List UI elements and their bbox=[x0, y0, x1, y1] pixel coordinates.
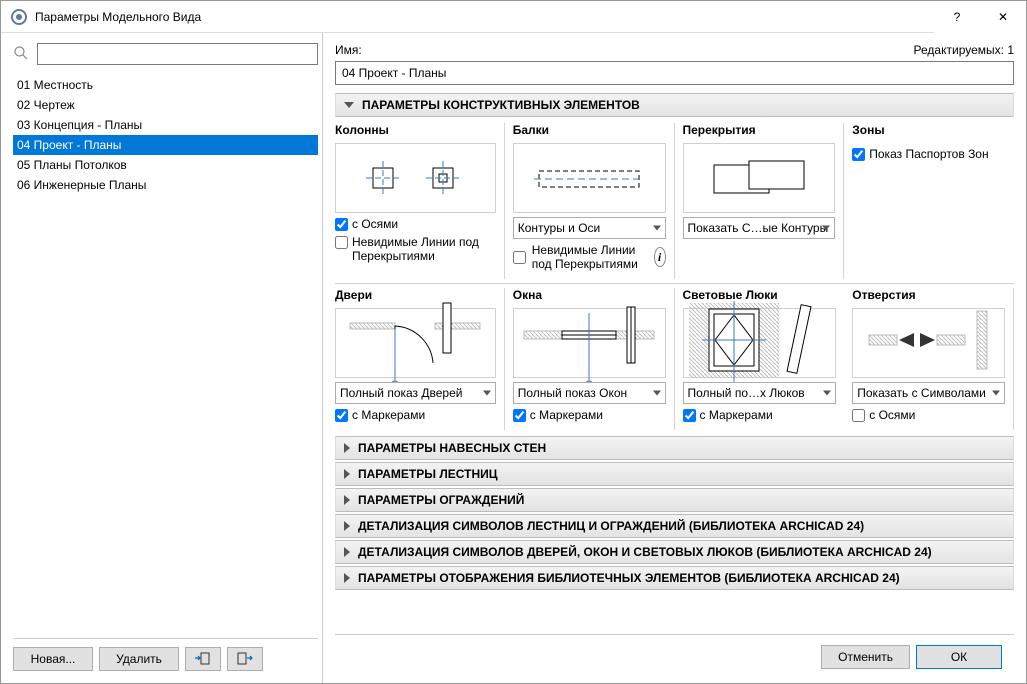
section-title: ПАРАМЕТРЫ КОНСТРУКТИВНЫХ ЭЛЕМЕНТОВ bbox=[362, 98, 640, 112]
columns-axes-label: с Осями bbox=[352, 217, 398, 231]
section-title: ПАРАМЕТРЫ ОТОБРАЖЕНИЯ БИБЛИОТЕЧНЫХ ЭЛЕМЕ… bbox=[358, 571, 900, 585]
chevron-down-icon bbox=[483, 391, 491, 396]
export-button[interactable] bbox=[227, 647, 263, 671]
section-header-collapsed[interactable]: ДЕТАЛИЗАЦИЯ СИМВОЛОВ ЛЕСТНИЦ И ОГРАЖДЕНИ… bbox=[335, 514, 1014, 538]
columns-title: Колонны bbox=[335, 123, 496, 137]
title-bar: Параметры Модельного Вида ? ✕ bbox=[1, 1, 1026, 33]
list-item[interactable]: 06 Инженерные Планы bbox=[13, 175, 318, 195]
openings-axes-check[interactable] bbox=[852, 409, 865, 422]
cancel-button[interactable]: Отменить bbox=[821, 645, 910, 669]
zones-passport-check[interactable] bbox=[852, 148, 865, 161]
openings-preview bbox=[852, 308, 1005, 378]
section-header-collapsed[interactable]: ПАРАМЕТРЫ ОТОБРАЖЕНИЯ БИБЛИОТЕЧНЫХ ЭЛЕМЕ… bbox=[335, 566, 1014, 590]
columns-hidden-check[interactable] bbox=[335, 236, 348, 249]
delete-button[interactable]: Удалить bbox=[99, 647, 179, 671]
columns-cell: Колонны с Осями Невидимые Л bbox=[335, 123, 505, 279]
sidebar: 01 Местность02 Чертеж03 Концепция - План… bbox=[1, 33, 323, 683]
openings-cell: Отверстия Показать с Символами с Осями bbox=[844, 288, 1014, 430]
section-header-collapsed[interactable]: ПАРАМЕТРЫ ЛЕСТНИЦ bbox=[335, 462, 1014, 486]
openings-combo[interactable]: Показать с Символами bbox=[852, 382, 1005, 404]
section-title: ДЕТАЛИЗАЦИЯ СИМВОЛОВ ДВЕРЕЙ, ОКОН И СВЕТ… bbox=[358, 545, 932, 559]
columns-preview bbox=[335, 143, 496, 213]
list-item[interactable]: 02 Чертеж bbox=[13, 95, 318, 115]
beams-hidden-label: Невидимые Линии под Перекрытиями bbox=[532, 243, 648, 271]
skylights-cell: Световые Люки Полный п bbox=[675, 288, 845, 430]
list-item[interactable]: 03 Концепция - Планы bbox=[13, 115, 318, 135]
chevron-down-icon bbox=[344, 102, 354, 108]
ok-button[interactable]: ОК bbox=[916, 645, 1002, 669]
zones-cell: Зоны Показ Паспортов Зон bbox=[844, 123, 1014, 279]
columns-axes-check[interactable] bbox=[335, 218, 348, 231]
main-panel: Имя: Редактируемых: 1 ПАРАМЕТРЫ КОНСТРУК… bbox=[323, 33, 1026, 683]
chevron-down-icon bbox=[822, 226, 830, 231]
openings-axes-label: с Осями bbox=[869, 408, 915, 422]
list-item[interactable]: 04 Проект - Планы bbox=[13, 135, 318, 155]
windows-preview bbox=[513, 308, 666, 378]
import-button[interactable] bbox=[185, 647, 221, 671]
slabs-title: Перекрытия bbox=[683, 123, 836, 137]
section-header-collapsed[interactable]: ДЕТАЛИЗАЦИЯ СИМВОЛОВ ДВЕРЕЙ, ОКОН И СВЕТ… bbox=[335, 540, 1014, 564]
beams-cell: Балки Контуры и Оси Невидимые Линии под … bbox=[505, 123, 675, 279]
help-button[interactable]: ? bbox=[934, 1, 980, 33]
skylights-markers-check[interactable] bbox=[683, 409, 696, 422]
chevron-right-icon bbox=[344, 443, 350, 453]
beams-title: Балки bbox=[513, 123, 666, 137]
name-label: Имя: bbox=[335, 43, 362, 57]
chevron-down-icon bbox=[653, 226, 661, 231]
doors-preview bbox=[335, 308, 496, 378]
skylights-combo[interactable]: Полный по…х Люков bbox=[683, 382, 837, 404]
windows-markers-label: с Маркерами bbox=[530, 408, 603, 422]
section-header-collapsed[interactable]: ПАРАМЕТРЫ ОГРАЖДЕНИЙ bbox=[335, 488, 1014, 512]
chevron-right-icon bbox=[344, 521, 350, 531]
close-button[interactable]: ✕ bbox=[980, 1, 1026, 33]
skylights-preview bbox=[683, 308, 837, 378]
chevron-right-icon bbox=[344, 495, 350, 505]
beams-hidden-check[interactable] bbox=[513, 251, 526, 264]
chevron-down-icon bbox=[992, 391, 1000, 396]
windows-cell: Окна По bbox=[505, 288, 675, 430]
chevron-right-icon bbox=[344, 547, 350, 557]
zones-passport-label: Показ Паспортов Зон bbox=[869, 147, 988, 161]
chevron-right-icon bbox=[344, 469, 350, 479]
search-icon bbox=[13, 45, 31, 63]
section-title: ПАРАМЕТРЫ ЛЕСТНИЦ bbox=[358, 467, 498, 481]
chevron-down-icon bbox=[653, 391, 661, 396]
chevron-right-icon bbox=[344, 573, 350, 583]
new-button[interactable]: Новая... bbox=[13, 647, 93, 671]
windows-combo[interactable]: Полный показ Окон bbox=[513, 382, 666, 404]
beams-combo[interactable]: Контуры и Оси bbox=[513, 217, 666, 239]
columns-hidden-label: Невидимые Линии под Перекрытиями bbox=[352, 235, 496, 263]
list-item[interactable]: 05 Планы Потолков bbox=[13, 155, 318, 175]
section-title: ПАРАМЕТРЫ НАВЕСНЫХ СТЕН bbox=[358, 441, 546, 455]
search-input[interactable] bbox=[37, 43, 318, 65]
doors-combo[interactable]: Полный показ Дверей bbox=[335, 382, 496, 404]
doors-cell: Двери bbox=[335, 288, 505, 430]
beams-preview bbox=[513, 143, 666, 213]
doors-markers-check[interactable] bbox=[335, 409, 348, 422]
view-list[interactable]: 01 Местность02 Чертеж03 Концепция - План… bbox=[13, 75, 318, 634]
skylights-markers-label: с Маркерами bbox=[700, 408, 773, 422]
section-structural-elements[interactable]: ПАРАМЕТРЫ КОНСТРУКТИВНЫХ ЭЛЕМЕНТОВ bbox=[335, 93, 1014, 117]
slabs-preview bbox=[683, 143, 836, 213]
info-button[interactable]: i bbox=[654, 247, 666, 267]
zones-title: Зоны bbox=[852, 123, 1006, 137]
list-item[interactable]: 01 Местность bbox=[13, 75, 318, 95]
slabs-combo[interactable]: Показать С…ые Контуры bbox=[683, 217, 836, 239]
doors-markers-label: с Маркерами bbox=[352, 408, 425, 422]
name-input[interactable] bbox=[335, 61, 1014, 85]
chevron-down-icon bbox=[823, 391, 831, 396]
section-title: ПАРАМЕТРЫ ОГРАЖДЕНИЙ bbox=[358, 493, 524, 507]
window-title: Параметры Модельного Вида bbox=[35, 10, 934, 24]
section-title: ДЕТАЛИЗАЦИЯ СИМВОЛОВ ЛЕСТНИЦ И ОГРАЖДЕНИ… bbox=[358, 519, 864, 533]
section-header-collapsed[interactable]: ПАРАМЕТРЫ НАВЕСНЫХ СТЕН bbox=[335, 436, 1014, 460]
editable-count: Редактируемых: 1 bbox=[914, 43, 1014, 57]
windows-markers-check[interactable] bbox=[513, 409, 526, 422]
app-icon bbox=[11, 9, 27, 25]
slabs-cell: Перекрытия Показать С…ые Контуры bbox=[675, 123, 845, 279]
